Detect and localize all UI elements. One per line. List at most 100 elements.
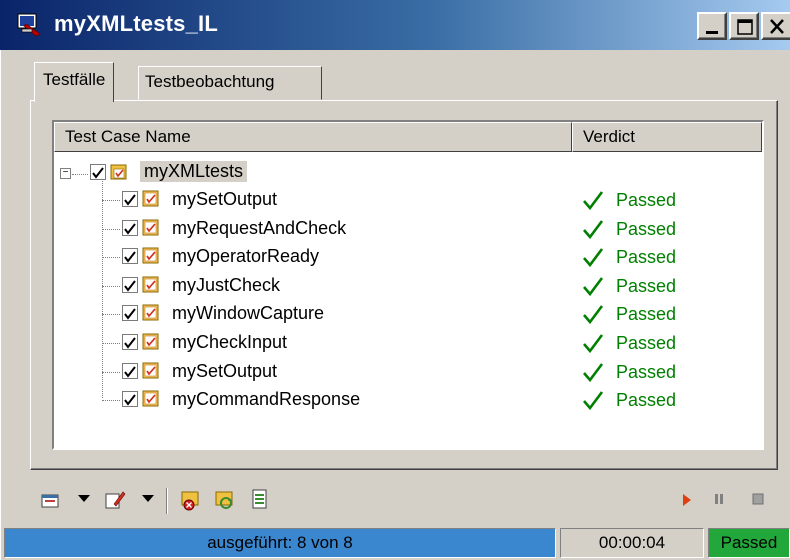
test-case-row[interactable]: myWindowCapture Passed <box>54 300 762 328</box>
test-case-row[interactable]: myRequestAndCheck Passed <box>54 215 762 243</box>
title-bar: myXMLtests_IL <box>0 0 790 50</box>
checkmark-icon <box>124 308 136 320</box>
passed-check-icon <box>583 220 604 239</box>
passed-check-icon <box>583 277 604 296</box>
collapse-icon[interactable]: − <box>60 168 71 179</box>
tab-label: Testbeobachtung <box>145 72 275 91</box>
window-title: myXMLtests_IL <box>54 11 218 36</box>
report-icon[interactable] <box>250 488 270 512</box>
minimize-button[interactable] <box>697 12 727 40</box>
test-case-checkbox[interactable] <box>122 391 138 407</box>
tab-testfaelle[interactable]: Testfälle <box>34 62 115 102</box>
checkmark-icon <box>124 394 136 406</box>
test-case-checkbox[interactable] <box>122 220 138 236</box>
passed-check-icon <box>583 248 604 267</box>
tree-guide-line <box>102 314 120 315</box>
close-icon <box>770 19 784 34</box>
test-case-icon <box>142 247 159 264</box>
verdict-text: Passed <box>616 218 677 239</box>
test-case-grid[interactable]: Test Case Name Verdict − myXMLtests mySe… <box>52 120 764 450</box>
minimize-icon <box>706 31 718 34</box>
test-case-row[interactable]: myCheckInput Passed <box>54 329 762 357</box>
verdict-cell: Passed <box>582 329 676 357</box>
verdict-text: Passed <box>616 361 677 382</box>
test-case-row[interactable]: myOperatorReady Passed <box>54 243 762 271</box>
test-case-name: myRequestAndCheck <box>172 218 347 238</box>
verdict-cell: Passed <box>582 358 676 386</box>
test-case-checkbox[interactable] <box>122 363 138 379</box>
open-icon[interactable] <box>40 488 62 512</box>
checkmark-icon <box>124 194 136 206</box>
passed-check-icon <box>583 363 604 382</box>
maximize-icon <box>737 19 753 35</box>
test-case-checkbox[interactable] <box>122 191 138 207</box>
test-case-name: myWindowCapture <box>172 303 325 323</box>
test-case-icon <box>142 333 159 350</box>
checkmark-icon <box>124 251 136 263</box>
passed-check-icon <box>583 305 604 324</box>
test-case-row[interactable]: myCommandResponse Passed <box>54 386 762 414</box>
test-case-row[interactable]: mySetOutput Passed <box>54 358 762 386</box>
status-bar: ausgeführt: 8 von 8 00:00:04 Passed <box>0 526 790 560</box>
checkmark-icon <box>124 223 136 235</box>
root-checkbox[interactable] <box>90 164 106 180</box>
tree-guide-line <box>102 229 120 230</box>
overall-verdict: Passed <box>708 528 790 558</box>
edit-icon[interactable] <box>104 488 126 512</box>
tree-guide-line <box>72 174 88 175</box>
test-suite-icon <box>110 164 127 180</box>
test-case-name: myCheckInput <box>172 332 288 352</box>
dropdown-arrow-icon[interactable] <box>142 494 154 518</box>
test-case-icon <box>142 390 159 407</box>
close-button[interactable] <box>761 12 790 40</box>
test-case-row[interactable]: mySetOutput Passed <box>54 186 762 214</box>
tree-guide-line <box>102 343 120 344</box>
toolbar-separator <box>166 488 168 514</box>
verdict-cell: Passed <box>582 386 676 414</box>
verdict-text: Passed <box>616 332 677 353</box>
tab-testbeobachtung[interactable]: Testbeobachtung <box>138 66 322 100</box>
tree-guide-line <box>102 372 120 373</box>
root-label: myXMLtests <box>140 161 248 182</box>
verdict-cell: Passed <box>582 186 676 214</box>
test-case-icon <box>142 276 159 293</box>
test-case-icon <box>142 304 159 321</box>
test-case-checkbox[interactable] <box>122 305 138 321</box>
test-case-name: mySetOutput <box>172 189 278 209</box>
stop-record-icon[interactable] <box>180 488 202 512</box>
checkmark-icon <box>92 167 104 179</box>
column-header-test-case-name[interactable]: Test Case Name <box>54 122 572 152</box>
passed-check-icon <box>583 391 604 410</box>
refresh-icon[interactable] <box>214 488 236 512</box>
checkmark-icon <box>124 366 136 378</box>
tab-label: Testfälle <box>43 70 106 89</box>
test-case-row[interactable]: myJustCheck Passed <box>54 272 762 300</box>
tree-guide-line <box>102 400 120 401</box>
verdict-text: Passed <box>616 246 677 267</box>
verdict-cell: Passed <box>582 300 676 328</box>
test-case-icon <box>142 190 159 207</box>
tree-guide-line <box>102 286 120 287</box>
play-icon[interactable] <box>682 494 692 518</box>
column-header-verdict[interactable]: Verdict <box>572 122 762 152</box>
verdict-cell: Passed <box>582 243 676 271</box>
dropdown-arrow-icon[interactable] <box>78 494 90 518</box>
maximize-button[interactable] <box>729 12 759 40</box>
verdict-cell: Passed <box>582 215 676 243</box>
app-icon <box>17 13 41 37</box>
stop-icon[interactable] <box>752 493 764 517</box>
verdict-text: Passed <box>616 189 677 210</box>
checkmark-icon <box>124 337 136 349</box>
checkmark-icon <box>124 280 136 292</box>
toolbar <box>0 478 790 522</box>
passed-check-icon <box>583 334 604 353</box>
progress-bar: ausgeführt: 8 von 8 <box>4 528 556 558</box>
test-case-checkbox[interactable] <box>122 248 138 264</box>
tree-guide-line <box>102 257 120 258</box>
test-case-checkbox[interactable] <box>122 334 138 350</box>
test-case-checkbox[interactable] <box>122 277 138 293</box>
pause-icon[interactable] <box>714 493 724 517</box>
test-case-name: myOperatorReady <box>172 246 320 266</box>
tree-root-row[interactable]: − myXMLtests <box>54 158 762 186</box>
test-case-icon <box>142 362 159 379</box>
